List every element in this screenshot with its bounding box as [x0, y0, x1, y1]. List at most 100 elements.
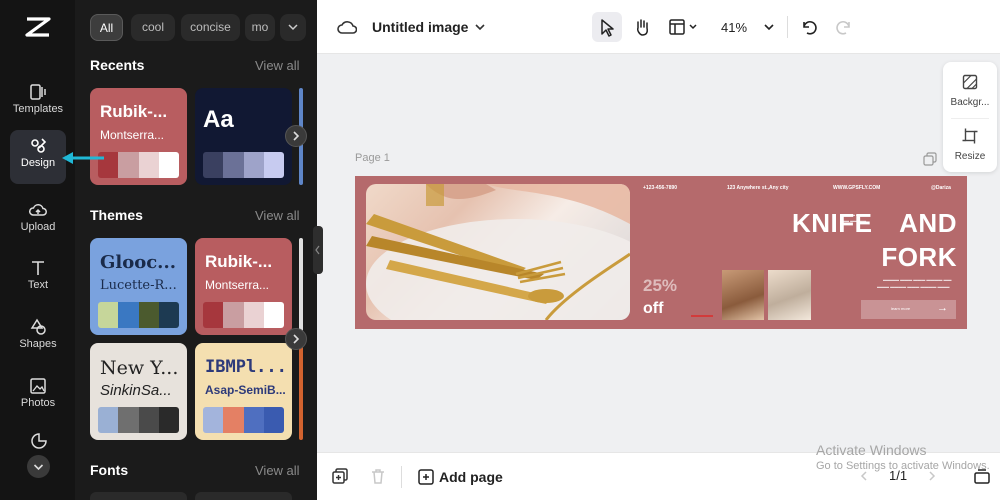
select-tool-button[interactable] — [592, 12, 622, 42]
rail-upload[interactable]: Upload — [10, 194, 66, 248]
duplicate-page-icon[interactable] — [923, 152, 937, 166]
top-bar: Untitled image 41% — [317, 0, 1000, 54]
design-body-text: ▬▬▬▬ ▬▬▬ ▬▬▬ ▬▬▬▬ ▬▬ — [883, 277, 952, 282]
design-icon — [31, 138, 47, 153]
rail-shapes[interactable]: Shapes — [10, 311, 66, 365]
resize-tool-label: Resize — [954, 151, 986, 162]
card-subtitle: Asap-SemiB... — [205, 383, 286, 397]
theme-card-glooc[interactable]: Glooc... Lucette-R... — [90, 238, 187, 335]
layout-icon — [669, 19, 697, 35]
design-off[interactable]: off — [643, 300, 663, 318]
rail-design[interactable]: Design — [10, 130, 66, 184]
color-swatches — [203, 407, 284, 433]
design-small-text: ▬▬ ▬▬▬▬ — [841, 218, 867, 223]
design-address[interactable]: 123 Anywhere st.,Any city — [727, 185, 789, 191]
color-swatches — [203, 152, 284, 178]
theme-card-ibmplex[interactable]: IBMPl... Asap-SemiB... — [195, 343, 292, 440]
color-swatches — [98, 152, 179, 178]
chevron-right-icon — [293, 131, 300, 141]
card-title: IBMPl... — [205, 357, 287, 377]
watermark-line1: Activate Windows — [816, 442, 927, 458]
design-website[interactable]: WWW.GPSFLY.COM — [833, 185, 880, 191]
shapes-icon — [30, 318, 46, 335]
chevron-down-icon[interactable] — [763, 21, 775, 33]
rail-text-label: Text — [27, 279, 49, 291]
templates-icon — [30, 84, 46, 100]
chip-all[interactable]: All — [90, 14, 123, 41]
chevron-right-icon — [293, 334, 300, 344]
design-thumbnail-1[interactable] — [722, 270, 764, 320]
rail-design-label: Design — [20, 157, 56, 169]
chip-concise[interactable]: concise — [181, 14, 240, 41]
divider — [951, 118, 989, 119]
photos-icon — [30, 378, 46, 394]
design-title[interactable]: KNIFE AND FORK — [792, 206, 957, 274]
redo-icon[interactable] — [835, 18, 853, 36]
chevron-down-icon — [33, 464, 44, 471]
chip-more[interactable]: mo — [245, 14, 275, 41]
design-title-fork: FORK — [881, 242, 957, 272]
design-phone[interactable]: +123-456-7890 — [643, 185, 677, 191]
rail-templates[interactable]: Templates — [10, 76, 66, 130]
layout-menu-button[interactable] — [665, 12, 703, 42]
upload-cloud-icon — [29, 204, 47, 216]
design-panel: All cool concise mo Recents View all Rub… — [75, 0, 317, 500]
more-apps-icon[interactable] — [30, 432, 48, 450]
design-handle[interactable]: @Dariza — [931, 185, 951, 191]
filter-chips: All cool concise mo — [90, 14, 310, 41]
fonts-view-all[interactable]: View all — [255, 463, 300, 478]
document-title[interactable]: Untitled image — [372, 19, 468, 35]
panel-collapse-handle[interactable] — [313, 226, 323, 274]
windows-activation-watermark: Activate Windows Go to Settings to activ… — [816, 442, 990, 472]
chevron-down-icon[interactable] — [474, 21, 486, 33]
side-tools-panel: Backgr... Resize — [943, 62, 997, 172]
recent-card-aa[interactable]: Aa — [195, 88, 292, 185]
recents-title: Recents — [90, 57, 145, 73]
undo-icon[interactable] — [800, 18, 818, 36]
theme-card-newy[interactable]: New Y... SinkinSa... — [90, 343, 187, 440]
page-label: Page 1 — [355, 152, 390, 164]
hand-tool-button[interactable] — [627, 12, 657, 42]
add-page-label: Add page — [439, 469, 503, 485]
resize-icon — [962, 128, 978, 144]
chips-scroll-button[interactable] — [280, 14, 306, 41]
rail-text[interactable]: Text — [10, 252, 66, 306]
rail-photos[interactable]: Photos — [10, 370, 66, 424]
rail-photos-label: Photos — [20, 397, 56, 409]
background-tool-label: Backgr... — [950, 97, 990, 108]
themes-title: Themes — [90, 207, 143, 223]
duplicate-icon[interactable] — [331, 467, 349, 485]
design-thumbnail-2[interactable] — [768, 270, 811, 320]
font-card-peek — [195, 492, 292, 500]
background-tool[interactable]: Backgr... — [943, 74, 997, 108]
cutlery-photo[interactable] — [366, 184, 630, 320]
design-artboard[interactable]: +123-456-7890 123 Anywhere st.,Any city … — [355, 176, 967, 329]
annotation-arrow-icon — [62, 152, 104, 164]
recents-view-all[interactable]: View all — [255, 58, 300, 73]
color-swatches — [203, 302, 284, 328]
design-learn-more-button[interactable]: learn more → — [861, 300, 956, 319]
resize-tool[interactable]: Resize — [943, 128, 997, 162]
design-percent[interactable]: 25% — [643, 276, 677, 296]
card-subtitle: Lucette-R... — [100, 278, 177, 293]
rail-templates-label: Templates — [12, 103, 64, 115]
cloud-sync-icon[interactable] — [337, 18, 357, 36]
cutlery-image — [366, 184, 630, 320]
rail-expand-button[interactable] — [27, 455, 50, 478]
fonts-title: Fonts — [90, 462, 129, 478]
chevron-left-icon — [315, 245, 320, 255]
design-learn-more-label: learn more — [891, 306, 911, 311]
themes-next-button[interactable] — [285, 328, 307, 350]
card-peek — [299, 238, 303, 335]
zoom-level[interactable]: 41% — [721, 20, 747, 35]
recents-next-button[interactable] — [285, 125, 307, 147]
card-peek — [299, 343, 303, 440]
theme-card-rubik[interactable]: Rubik-... Montserra... — [195, 238, 292, 335]
capcut-logo[interactable] — [24, 14, 52, 40]
trash-icon[interactable] — [369, 467, 387, 485]
card-subtitle: Montserra... — [100, 128, 165, 142]
chip-cool[interactable]: cool — [131, 14, 175, 41]
recent-card-rubik[interactable]: Rubik-... Montserra... — [90, 88, 187, 185]
left-rail: Templates Design Upload Text Shapes Phot… — [0, 0, 75, 500]
themes-view-all[interactable]: View all — [255, 208, 300, 223]
